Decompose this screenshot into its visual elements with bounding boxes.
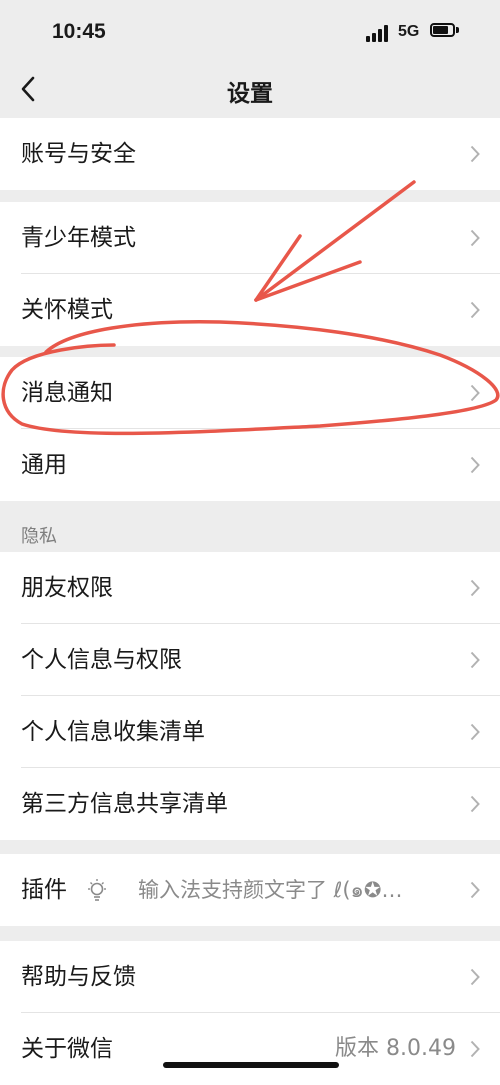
row-label: 通用 bbox=[21, 452, 67, 478]
row-label: 帮助与反馈 bbox=[21, 964, 136, 990]
lightbulb-icon bbox=[88, 879, 106, 901]
settings-row-care-mode[interactable]: 关怀模式 bbox=[0, 274, 500, 346]
row-label: 消息通知 bbox=[21, 380, 113, 406]
row-label: 第三方信息共享清单 bbox=[21, 791, 228, 817]
chevron-right-icon bbox=[470, 456, 480, 474]
settings-row-about-wechat[interactable]: 关于微信 版本 8.0.49 bbox=[0, 1013, 500, 1085]
row-label: 朋友权限 bbox=[21, 575, 113, 601]
chevron-right-icon bbox=[470, 651, 480, 669]
settings-row-plugins[interactable]: 插件 输入法支持颜文字了 ℓ(๑✪… bbox=[0, 854, 500, 926]
chevron-right-icon bbox=[470, 301, 480, 319]
signal-icon bbox=[366, 24, 392, 42]
settings-row-teen-mode[interactable]: 青少年模式 bbox=[0, 202, 500, 274]
chevron-right-icon bbox=[470, 384, 480, 402]
page-title: 设置 bbox=[227, 81, 273, 107]
section-header-privacy: 隐私 bbox=[21, 526, 57, 547]
chevron-right-icon bbox=[470, 723, 480, 741]
row-label: 青少年模式 bbox=[21, 225, 136, 251]
row-label: 插件 bbox=[21, 877, 67, 903]
chevron-right-icon bbox=[470, 229, 480, 247]
home-indicator bbox=[163, 1062, 339, 1068]
settings-group-plugins: 插件 输入法支持颜文字了 ℓ(๑✪… bbox=[0, 854, 500, 926]
row-label: 个人信息收集清单 bbox=[21, 719, 205, 745]
settings-row-account-security[interactable]: 账号与安全 bbox=[0, 118, 500, 190]
settings-group-notifications: 消息通知 通用 bbox=[0, 357, 500, 501]
settings-row-personal-info-permissions[interactable]: 个人信息与权限 bbox=[0, 624, 500, 696]
settings-row-general[interactable]: 通用 bbox=[0, 429, 500, 501]
chevron-right-icon bbox=[470, 579, 480, 597]
chevron-right-icon bbox=[470, 795, 480, 813]
version-text: 版本 8.0.49 bbox=[335, 1036, 456, 1061]
settings-group-account: 账号与安全 bbox=[0, 118, 500, 190]
battery-icon bbox=[430, 23, 460, 39]
status-bar: 10:45 5G bbox=[0, 0, 500, 64]
settings-row-help-feedback[interactable]: 帮助与反馈 bbox=[0, 941, 500, 1013]
row-label: 关于微信 bbox=[21, 1036, 113, 1062]
settings-group-privacy: 朋友权限 个人信息与权限 个人信息收集清单 第三方信息共享清单 bbox=[0, 552, 500, 840]
row-label: 关怀模式 bbox=[21, 297, 113, 323]
chevron-right-icon bbox=[470, 881, 480, 899]
chevron-right-icon bbox=[470, 968, 480, 986]
settings-row-third-party-sharing[interactable]: 第三方信息共享清单 bbox=[0, 768, 500, 840]
status-time: 10:45 bbox=[52, 20, 106, 43]
row-label: 个人信息与权限 bbox=[21, 647, 182, 673]
chevron-right-icon bbox=[470, 145, 480, 163]
settings-row-friend-permissions[interactable]: 朋友权限 bbox=[0, 552, 500, 624]
network-type: 5G bbox=[398, 23, 420, 40]
row-label: 账号与安全 bbox=[21, 141, 136, 167]
settings-row-notifications[interactable]: 消息通知 bbox=[0, 357, 500, 429]
chevron-right-icon bbox=[470, 1040, 480, 1058]
nav-bar: 设置 bbox=[0, 64, 500, 118]
settings-row-info-collection-list[interactable]: 个人信息收集清单 bbox=[0, 696, 500, 768]
settings-group-modes: 青少年模式 关怀模式 bbox=[0, 202, 500, 346]
plugin-status-text: 输入法支持颜文字了 ℓ(๑✪… bbox=[138, 878, 403, 902]
